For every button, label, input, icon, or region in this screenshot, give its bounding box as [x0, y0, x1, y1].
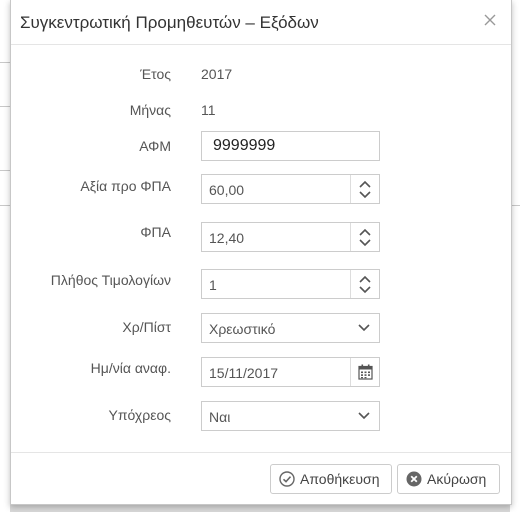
background-divider [0, 62, 10, 63]
dialog: Συγκεντρωτική Προμηθευτών – Εξόδων Έτος … [10, 0, 512, 505]
vat-field[interactable]: 12,40 [201, 222, 380, 252]
cancel-button-label: Ακύρωση [427, 471, 487, 487]
net-value-value: 60,00 [209, 182, 245, 198]
chevron-down-icon[interactable] [359, 239, 371, 247]
chevron-up-icon[interactable] [359, 228, 371, 236]
ref-date-value: 15/11/2017 [209, 365, 279, 381]
net-value-label: Αξία προ ΦΠΑ [80, 178, 171, 194]
chevron-down-icon [358, 412, 370, 420]
background-divider [0, 106, 10, 107]
chevron-up-icon[interactable] [359, 180, 371, 188]
chevron-up-icon[interactable] [359, 275, 371, 283]
chevron-down-icon[interactable] [359, 191, 371, 199]
save-button-label: Αποθήκευση [300, 471, 380, 487]
close-icon[interactable] [482, 12, 498, 28]
month-value: 11 [201, 102, 216, 118]
background-divider [0, 205, 10, 206]
chevron-down-icon[interactable] [359, 286, 371, 294]
afm-row: ΑΦΜ 9999999 [11, 131, 511, 163]
net-value-row: Αξία προ ΦΠΑ 60,00 [11, 174, 511, 206]
year-label: Έτος [140, 66, 171, 82]
vat-label: ΦΠΑ [140, 224, 171, 240]
afm-label: ΑΦΜ [139, 138, 171, 154]
save-button[interactable]: Αποθήκευση [270, 464, 392, 494]
obligated-select[interactable]: Ναι [201, 401, 380, 431]
net-value-spinner [350, 175, 379, 203]
chevron-down-icon [358, 324, 370, 332]
background-divider [0, 170, 10, 171]
debit-credit-label: Χρ/Πίστ [122, 319, 171, 335]
ref-date-field[interactable]: 15/11/2017 [201, 357, 380, 387]
net-value-field[interactable]: 60,00 [201, 174, 380, 204]
x-circle-icon [406, 471, 422, 487]
month-label: Μήνας [129, 102, 171, 118]
month-row: Μήνας 11 [11, 94, 511, 126]
invoice-count-field[interactable]: 1 [201, 269, 380, 299]
dialog-header: Συγκεντρωτική Προμηθευτών – Εξόδων [11, 0, 511, 45]
invoice-count-spinner [350, 270, 379, 298]
invoice-count-label: Πλήθος Τιμολογίων [50, 272, 171, 288]
obligated-row: Υπόχρεος Ναι [11, 401, 511, 433]
vat-value: 12,40 [209, 230, 245, 246]
cancel-button[interactable]: Ακύρωση [397, 464, 500, 494]
debit-credit-value: Χρεωστικό [209, 321, 276, 337]
ref-date-row: Ημ/νία αναφ. 15/11/2017 [11, 357, 511, 389]
invoice-count-row: Πλήθος Τιμολογίων 1 [11, 269, 511, 301]
check-circle-icon [279, 471, 295, 487]
invoice-count-value: 1 [209, 277, 217, 293]
dialog-title: Συγκεντρωτική Προμηθευτών – Εξόδων [20, 13, 319, 32]
afm-field[interactable]: 9999999 [201, 131, 380, 161]
debit-credit-select[interactable]: Χρεωστικό [201, 313, 380, 343]
vat-spinner [350, 223, 379, 251]
obligated-label: Υπόχρεος [108, 407, 172, 423]
debit-credit-row: Χρ/Πίστ Χρεωστικό [11, 313, 511, 345]
year-row: Έτος 2017 [11, 58, 511, 90]
ref-date-label: Ημ/νία αναφ. [90, 360, 171, 376]
background-panel [0, 0, 10, 512]
calendar-button[interactable] [350, 358, 379, 386]
dialog-footer: Αποθήκευση Ακύρωση [11, 452, 511, 505]
calendar-icon [358, 364, 373, 380]
year-value: 2017 [201, 66, 233, 82]
vat-row: ΦΠΑ 12,40 [11, 222, 511, 254]
obligated-value: Ναι [209, 409, 231, 425]
afm-value: 9999999 [213, 137, 276, 154]
